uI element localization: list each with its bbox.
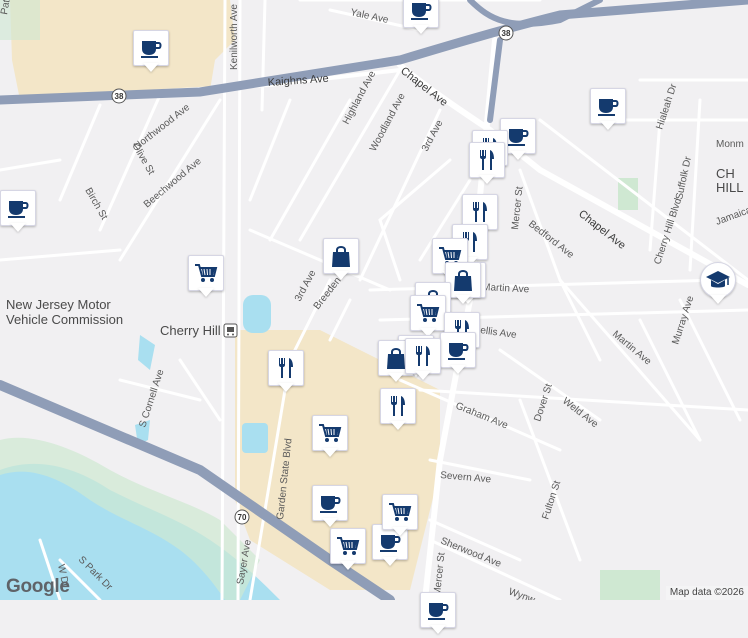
- pond-2: [242, 423, 268, 453]
- pin-pointer: [415, 371, 431, 380]
- park-3: [600, 570, 660, 600]
- pin-pointer: [382, 557, 398, 566]
- poi-pin-grocery-cart[interactable]: [382, 494, 418, 540]
- pin-pointer: [710, 295, 726, 304]
- label-chapel-ave-north: Chapel Ave: [398, 65, 450, 109]
- route-38-shield-east: 38: [499, 26, 513, 40]
- label-ellis-ave: ellis Ave: [480, 325, 518, 341]
- poi-pin-restaurant[interactable]: [469, 142, 505, 188]
- label-kenilworth-ave: Kenilworth Ave: [229, 4, 240, 70]
- cafe-icon: [590, 88, 626, 124]
- pin-pointer: [390, 421, 406, 430]
- label-yale-ave: Yale Ave: [349, 7, 389, 26]
- poi-pin-cafe[interactable]: [312, 485, 348, 531]
- place-cherry-hill-town-2: HILL: [716, 180, 743, 195]
- label-martin-ave-north: Martin Ave: [482, 282, 530, 295]
- route-38-shield-west: 38: [112, 89, 126, 103]
- grocery-cart-icon: [382, 494, 418, 530]
- route-70-shield: 70: [235, 510, 249, 524]
- google-logo: Google: [6, 576, 70, 598]
- place-cherry-hill-station: Cherry Hill: [160, 323, 221, 338]
- place-cherry-hill-town-1: CH: [716, 166, 735, 181]
- cafe-icon: [312, 485, 348, 521]
- grocery-cart-icon: [188, 255, 224, 291]
- label-mercer-st: Mercer St: [510, 186, 525, 230]
- pond-1: [243, 295, 271, 333]
- poi-pin-restaurant[interactable]: [380, 388, 416, 434]
- pin-pointer: [322, 518, 338, 527]
- pin-pointer: [388, 373, 404, 382]
- restaurant-icon: [268, 350, 304, 386]
- poi-pin-shopping-bag[interactable]: [323, 238, 359, 284]
- cafe-icon: [420, 592, 456, 628]
- label-suffolk-dr: Suffolk Dr: [674, 155, 694, 201]
- label-birch-st: Birch St: [82, 186, 109, 222]
- poi-pin-cafe[interactable]: [590, 88, 626, 134]
- map-canvas[interactable]: 38 38 70 Yale Ave Kenilworth Ave Kaighns…: [0, 0, 748, 600]
- pin-pointer: [340, 561, 356, 570]
- cafe-icon: [0, 190, 36, 226]
- pin-pointer: [333, 271, 349, 280]
- pin-pointer: [430, 625, 446, 634]
- label-jamaica: Jamaica: [714, 205, 748, 228]
- restaurant-icon: [469, 142, 505, 178]
- cafe-icon: [403, 0, 439, 28]
- pin-pointer: [510, 151, 526, 160]
- label-olive-st: Olive St: [129, 141, 156, 177]
- label-s-cornell-ave: S Cornell Ave: [137, 368, 166, 429]
- poi-pin-restaurant[interactable]: [405, 338, 441, 384]
- label-monm: Monm: [716, 139, 744, 150]
- place-nj-motor-vehicle-1: New Jersey Motor: [6, 297, 111, 312]
- pin-pointer: [322, 448, 338, 457]
- label-severn-ave: Severn Ave: [440, 470, 492, 485]
- poi-pin-cafe[interactable]: [0, 190, 36, 236]
- pin-pointer: [143, 63, 159, 72]
- label-sherwood-ave: Sherwood Ave: [439, 536, 503, 570]
- commercial-lot-north: [10, 0, 235, 100]
- restaurant-icon: [380, 388, 416, 424]
- label-mercer-st-south: Mercer St: [432, 552, 447, 596]
- grocery-cart-icon: [410, 295, 446, 331]
- restaurant-icon: [405, 338, 441, 374]
- poi-pin-cafe[interactable]: [133, 30, 169, 76]
- poi-pin-school[interactable]: [700, 262, 736, 308]
- map-attribution[interactable]: Map data ©2026: [666, 586, 748, 600]
- poi-pin-grocery-cart[interactable]: [312, 415, 348, 461]
- label-hialeah-dr: Hialeah Dr: [654, 82, 679, 131]
- pin-pointer: [479, 175, 495, 184]
- pin-pointer: [10, 223, 26, 232]
- poi-pin-grocery-cart[interactable]: [330, 528, 366, 574]
- pin-pointer: [455, 295, 471, 304]
- poi-pin-cafe[interactable]: [420, 592, 456, 638]
- cafe-icon: [440, 332, 476, 368]
- school-icon: [700, 262, 736, 298]
- place-nj-motor-vehicle-2: Vehicle Commission: [6, 312, 123, 327]
- shopping-bag-icon: [323, 238, 359, 274]
- grocery-cart-icon: [330, 528, 366, 564]
- label-dover-st: Dover St: [532, 382, 555, 423]
- pin-pointer: [600, 121, 616, 130]
- poi-pin-cafe[interactable]: [403, 0, 439, 38]
- label-fulton-st: Fulton St: [540, 479, 563, 521]
- pin-pointer: [450, 365, 466, 374]
- label-3rd-ave-north: 3rd Ave: [420, 118, 446, 153]
- cafe-icon: [133, 30, 169, 66]
- pond-3: [138, 335, 155, 370]
- grocery-cart-icon: [312, 415, 348, 451]
- poi-pin-cafe[interactable]: [440, 332, 476, 378]
- train-station-icon: [224, 324, 237, 337]
- poi-pin-grocery-cart[interactable]: [188, 255, 224, 301]
- poi-pin-restaurant[interactable]: [268, 350, 304, 396]
- pin-pointer: [413, 25, 429, 34]
- label-3rd-ave-south: 3rd Ave: [293, 268, 319, 303]
- pin-pointer: [278, 383, 294, 392]
- label-graham-ave: Graham Ave: [454, 401, 510, 432]
- label-murray-ave: Murray Ave: [670, 294, 696, 346]
- svg-text:70: 70: [238, 513, 247, 522]
- pin-pointer: [198, 288, 214, 297]
- svg-text:38: 38: [115, 92, 124, 101]
- pin-pointer: [392, 527, 408, 536]
- label-woodland-ave: Woodland Ave: [368, 91, 408, 153]
- svg-text:38: 38: [502, 29, 511, 38]
